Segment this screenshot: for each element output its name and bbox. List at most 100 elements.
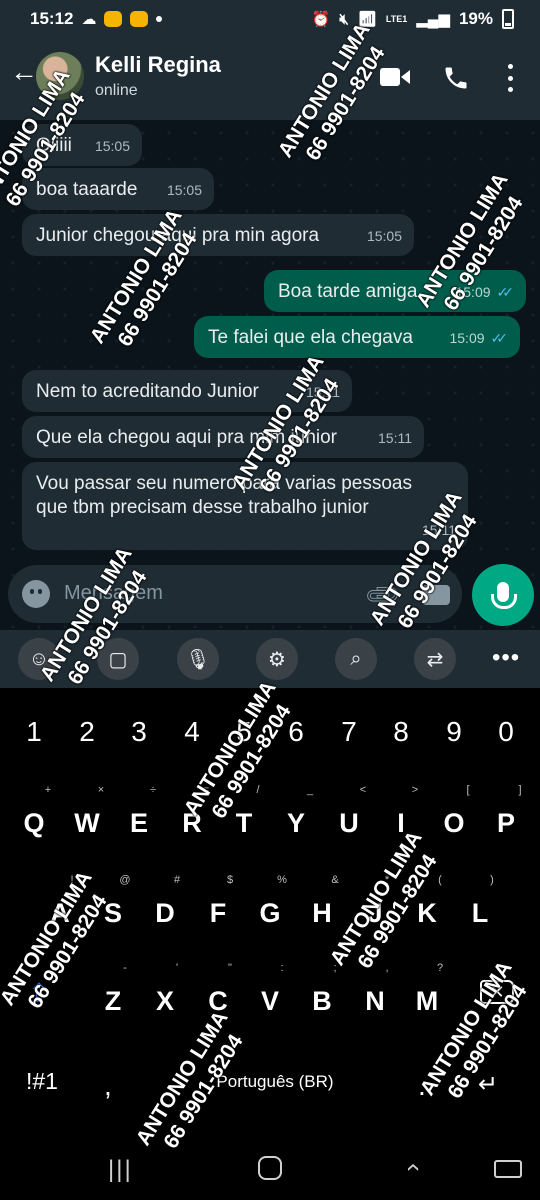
message-bubble[interactable]: boa taaarde 15:05 — [22, 168, 214, 210]
key-w[interactable]: W — [63, 808, 111, 839]
shift-icon[interactable]: ⇧ — [28, 978, 50, 1009]
battery-percent: 19% — [458, 9, 493, 28]
notification-app-icon-2 — [130, 11, 149, 27]
key-z[interactable]: Z — [89, 986, 137, 1017]
message-bubble[interactable]: Nem to acreditando Junior 15:11 — [22, 370, 352, 412]
key-j[interactable]: J — [351, 898, 399, 929]
key-8[interactable]: 8 — [377, 716, 425, 748]
key-u[interactable]: U — [325, 808, 373, 839]
hint-equals: = — [202, 784, 210, 796]
key-1[interactable]: 1 — [10, 716, 58, 748]
back-icon[interactable]: ‹ — [399, 1163, 430, 1172]
enter-icon[interactable]: ↵ — [478, 1070, 498, 1099]
key-4[interactable]: 4 — [168, 716, 216, 748]
message-text: Vou passar seu numero para varias pessoa… — [36, 473, 412, 518]
keyboard-search-icon[interactable]: ⌕ — [335, 638, 377, 680]
settings-gear-icon[interactable]: ⚙ — [256, 638, 298, 680]
space-key[interactable]: Português (BR) — [150, 1064, 400, 1100]
key-q[interactable]: Q — [10, 808, 58, 839]
key-k[interactable]: K — [403, 898, 451, 929]
keyboard-switch-icon[interactable] — [494, 1160, 522, 1178]
keyboard-emoji-icon[interactable]: ☺ — [18, 638, 60, 680]
key-t[interactable]: T — [220, 808, 268, 839]
key-i[interactable]: I — [377, 808, 425, 839]
key-p[interactable]: P — [482, 808, 530, 839]
message-bubble[interactable]: Te falei que ela chegava 15:09 ✓✓ — [194, 316, 520, 358]
period-key[interactable]: . — [418, 1070, 426, 1102]
clock: 15:12 — [30, 9, 74, 28]
hint-at: @ — [119, 874, 131, 886]
more-notifications-dot — [156, 16, 163, 22]
keyboard-mic-icon[interactable]: 🎙︎ — [177, 638, 219, 680]
hint-close-paren: ) — [490, 874, 494, 886]
translate-icon[interactable]: ⇄ — [414, 638, 456, 680]
keyboard: 1 2 3 4 5 6 7 8 9 0 + × ÷ = / _ < > [ ] … — [0, 688, 540, 1138]
message-bubble[interactable]: Oiiiii 15:05 — [22, 124, 142, 166]
battery-icon — [502, 9, 514, 29]
recent-apps-icon[interactable]: ||| — [108, 1156, 133, 1184]
hint-percent: % — [277, 874, 287, 886]
message-bubble[interactable]: Vou passar seu numero para varias pessoa… — [22, 462, 468, 550]
more-options-icon[interactable] — [505, 64, 515, 92]
hint-plus: + — [44, 784, 52, 796]
key-0[interactable]: 0 — [482, 716, 530, 748]
key-e[interactable]: E — [115, 808, 163, 839]
key-7[interactable]: 7 — [325, 716, 373, 748]
hint-semicolon: ; — [333, 962, 337, 974]
key-f[interactable]: F — [194, 898, 242, 929]
backspace-icon[interactable]: ✕ — [480, 980, 514, 1004]
key-2[interactable]: 2 — [63, 716, 111, 748]
hint-multiply: × — [97, 784, 105, 796]
hint-exclamation: ! — [70, 874, 74, 886]
key-a[interactable]: A — [36, 898, 84, 929]
key-5[interactable]: 5 — [220, 716, 268, 748]
message-bubble[interactable]: Junior chegou aqui pra min agora 15:05 — [22, 214, 414, 256]
key-9[interactable]: 9 — [430, 716, 478, 748]
symbols-key[interactable]: !#1 — [26, 1068, 58, 1095]
key-6[interactable]: 6 — [272, 716, 320, 748]
key-3[interactable]: 3 — [115, 716, 163, 748]
key-d[interactable]: D — [141, 898, 189, 929]
key-n[interactable]: N — [351, 986, 399, 1017]
attach-icon[interactable]: 📎︎ — [362, 574, 404, 616]
hint-close-bracket: ] — [518, 784, 522, 796]
hint-underscore: _ — [306, 784, 314, 796]
voice-message-button[interactable] — [472, 564, 534, 626]
comma-key[interactable]: , — [104, 1070, 112, 1102]
key-l[interactable]: L — [456, 898, 504, 929]
voice-call-icon[interactable] — [442, 64, 470, 92]
key-r[interactable]: R — [168, 808, 216, 839]
key-b[interactable]: B — [298, 986, 346, 1017]
chat-area[interactable]: Oiiiii 15:05 boa taaarde 15:05 Junior ch… — [0, 120, 540, 630]
hint-question: ? — [436, 962, 444, 974]
navigation-bar: ||| ‹ — [0, 1138, 540, 1200]
toolbar-more-icon[interactable]: ••• — [492, 644, 520, 672]
emoji-icon[interactable] — [22, 580, 50, 608]
avatar[interactable] — [36, 52, 84, 100]
key-g[interactable]: G — [246, 898, 294, 929]
camera-icon[interactable] — [422, 585, 450, 605]
key-x[interactable]: X — [141, 986, 189, 1017]
contact-name[interactable]: Kelli Regina — [95, 52, 221, 78]
message-bubble[interactable]: Boa tarde amiga 15:09 ✓✓ — [264, 270, 526, 312]
hint-ampersand: & — [331, 874, 339, 886]
key-v[interactable]: V — [246, 986, 294, 1017]
key-s[interactable]: S — [89, 898, 137, 929]
video-call-icon[interactable] — [380, 68, 410, 86]
key-h[interactable]: H — [298, 898, 346, 929]
back-arrow-icon[interactable]: ← — [10, 56, 38, 88]
message-time: 15:11 — [306, 384, 340, 400]
key-o[interactable]: O — [430, 808, 478, 839]
message-text: boa taaarde — [36, 179, 138, 200]
hint-open-paren: ( — [438, 874, 442, 886]
key-y[interactable]: Y — [272, 808, 320, 839]
message-time: 15:05 — [166, 182, 202, 198]
home-icon[interactable] — [258, 1156, 282, 1180]
key-m[interactable]: M — [403, 986, 451, 1017]
message-input-bar[interactable]: Mensagem 📎︎ — [8, 565, 462, 623]
message-bubble[interactable]: Que ela chegou aqui pra mim junior 15:11 — [22, 416, 424, 458]
clipboard-icon[interactable]: ▢ — [97, 638, 139, 680]
key-c[interactable]: C — [194, 986, 242, 1017]
hint-slash: / — [256, 784, 260, 796]
message-input[interactable]: Mensagem — [64, 582, 163, 605]
